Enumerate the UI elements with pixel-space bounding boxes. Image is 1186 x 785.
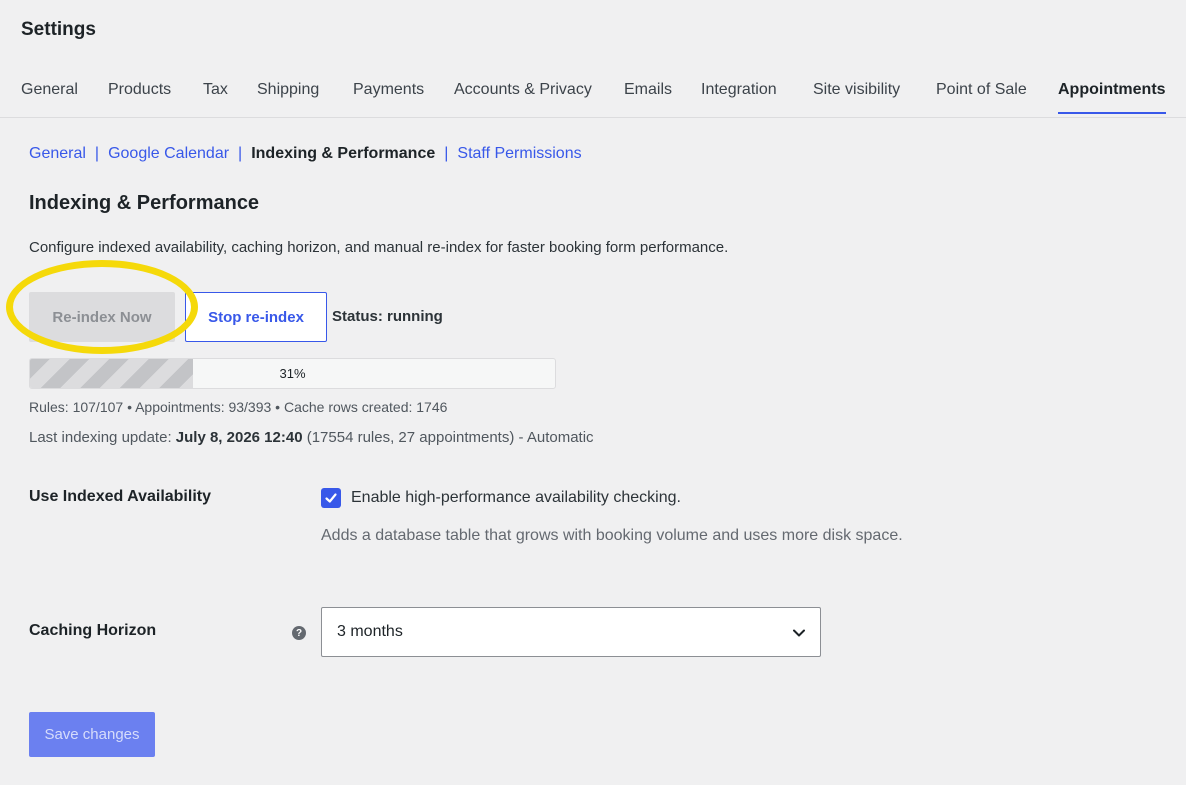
settings-tabs: General Products Tax Shipping Payments A… (0, 70, 1186, 118)
caching-horizon-label: Caching Horizon (29, 622, 157, 639)
help-icon[interactable]: ? (292, 626, 306, 640)
tab-point-of-sale[interactable]: Point of Sale (936, 81, 1027, 114)
tab-general[interactable]: General (21, 81, 78, 114)
indexed-availability-description: Adds a database table that grows with bo… (321, 527, 903, 544)
caching-horizon-select[interactable]: 3 months (321, 607, 821, 657)
subnav-staff-permissions[interactable]: Staff Permissions (457, 145, 581, 162)
sub-navigation: General | Google Calendar | Indexing & Perfo… (29, 145, 582, 163)
indexing-stats: Rules: 107/107 • Appointments: 93/393 • … (29, 399, 448, 415)
tab-site-visibility[interactable]: Site visibility (813, 81, 900, 114)
tab-tax[interactable]: Tax (203, 81, 228, 114)
stop-reindex-button[interactable]: Stop re-index (185, 292, 327, 342)
last-update-suffix: (17554 rules, 27 appointments) - Automat… (302, 429, 594, 446)
subnav-indexing-performance: Indexing & Performance (251, 145, 436, 162)
save-changes-button[interactable]: Save changes (29, 712, 155, 757)
page-title: Settings (21, 19, 96, 40)
subnav-separator: | (444, 145, 449, 162)
subnav-separator: | (238, 145, 243, 162)
chevron-down-icon (793, 629, 805, 637)
subnav-google-calendar[interactable]: Google Calendar (108, 145, 229, 162)
tab-emails[interactable]: Emails (624, 81, 672, 114)
tab-shipping[interactable]: Shipping (257, 81, 319, 114)
last-indexing-update: Last indexing update: July 8, 2026 12:40… (29, 429, 594, 446)
caching-horizon-value: 3 months (337, 623, 403, 640)
checkmark-icon (325, 493, 337, 503)
tab-accounts-privacy[interactable]: Accounts & Privacy (454, 81, 592, 114)
indexed-availability-label: Use Indexed Availability (29, 488, 211, 505)
last-update-prefix: Last indexing update: (29, 429, 176, 446)
subnav-separator: | (94, 145, 100, 162)
reindex-status: Status: running (332, 308, 443, 325)
tab-products[interactable]: Products (108, 81, 171, 114)
progress-label: 31% (279, 366, 306, 381)
section-title: Indexing & Performance (29, 192, 260, 214)
tab-appointments[interactable]: Appointments (1058, 81, 1166, 114)
last-update-date: July 8, 2026 12:40 (175, 429, 303, 446)
subnav-general[interactable]: General (29, 145, 86, 162)
tab-payments[interactable]: Payments (353, 81, 424, 114)
reindex-progress-bar: 31% (29, 358, 556, 389)
tab-integration[interactable]: Integration (701, 81, 777, 114)
indexed-availability-checkbox[interactable] (321, 488, 341, 508)
indexed-availability-checkbox-label[interactable]: Enable high-performance availability che… (351, 489, 681, 507)
section-description: Configure indexed availability, caching … (29, 239, 729, 256)
reindex-now-button[interactable]: Re-index Now (29, 292, 175, 342)
